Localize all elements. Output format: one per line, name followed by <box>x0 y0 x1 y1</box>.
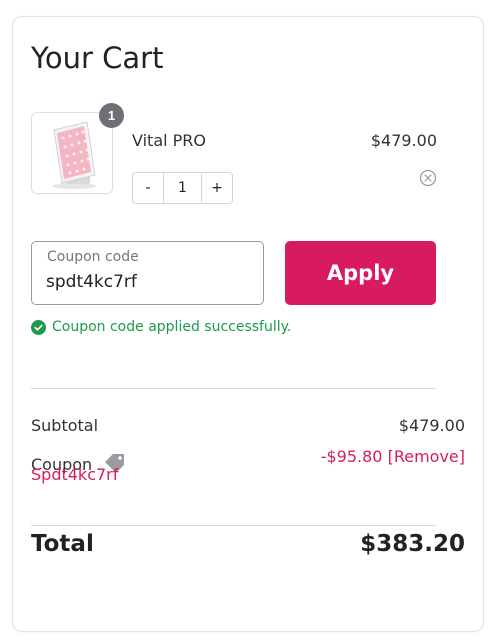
decrement-button[interactable]: - <box>133 173 163 203</box>
divider <box>31 388 436 389</box>
divider <box>31 525 436 526</box>
discount-value: -$95.80 <box>320 447 383 466</box>
quantity-badge: 1 <box>99 103 124 128</box>
subtotal-value: $479.00 <box>398 416 465 435</box>
applied-coupon-code: Spdt4kc7rf <box>31 465 119 484</box>
increment-button[interactable]: + <box>202 173 232 203</box>
cart-title: Your Cart <box>31 41 164 75</box>
total-value: $383.20 <box>360 531 465 557</box>
product-price: $479.00 <box>370 131 437 150</box>
check-circle-icon <box>31 319 46 335</box>
coupon-input[interactable] <box>46 272 256 292</box>
remove-coupon-link[interactable]: [Remove] <box>388 447 465 466</box>
quantity-stepper: - 1 + <box>132 172 233 204</box>
coupon-discount: -$95.80 [Remove] <box>321 447 465 466</box>
product-name[interactable]: Vital PRO <box>132 131 206 150</box>
cart-item: 1 Vital PRO $479.00 - 1 + <box>31 103 437 212</box>
apply-coupon-button[interactable]: Apply <box>285 241 436 305</box>
success-text: Coupon code applied successfully. <box>52 319 292 335</box>
close-circle-icon <box>419 169 437 187</box>
red-light-panel-device-icon <box>32 113 112 193</box>
remove-item-button[interactable] <box>419 169 437 187</box>
product-thumbnail[interactable] <box>31 112 113 194</box>
coupon-field[interactable]: Coupon code <box>31 241 264 305</box>
coupon-field-label: Coupon code <box>47 249 139 265</box>
coupon-success-message: Coupon code applied successfully. <box>31 319 291 335</box>
subtotal-label: Subtotal <box>31 416 99 435</box>
quantity-value[interactable]: 1 <box>163 173 202 203</box>
total-label: Total <box>31 531 94 557</box>
